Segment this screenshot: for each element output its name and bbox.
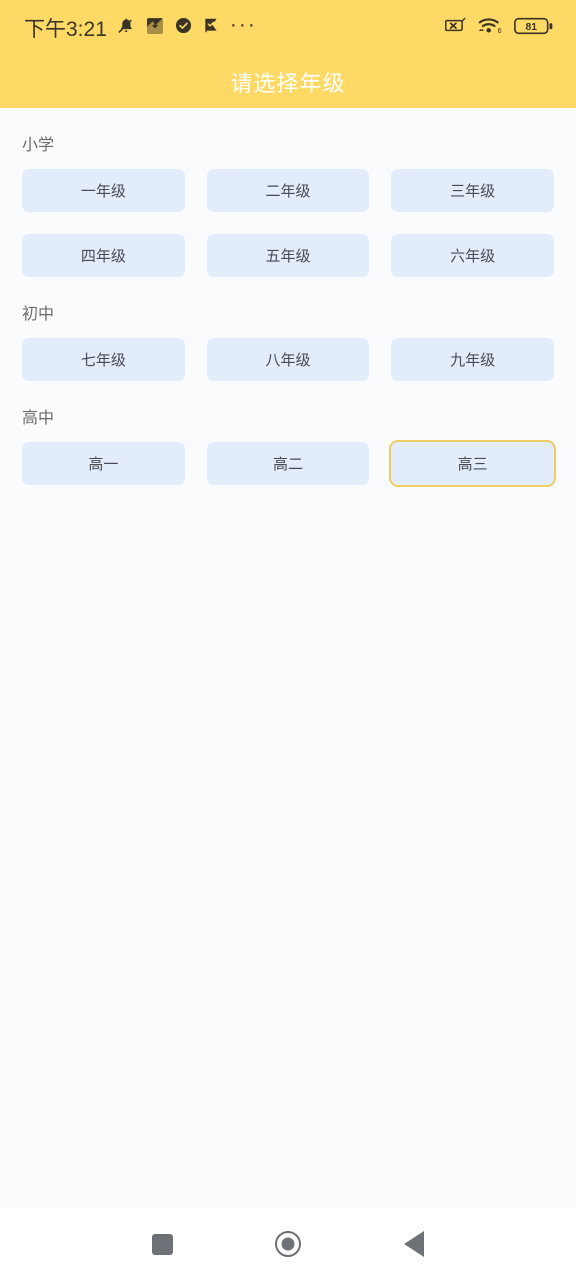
grade-grid-senior: 高一 高二 高三	[22, 442, 554, 485]
check-circle-icon	[174, 16, 193, 40]
grade-button-4[interactable]: 四年级	[22, 234, 185, 277]
title-bar: 请选择年级	[0, 56, 576, 108]
bell-mute-icon	[116, 16, 136, 41]
wifi-6-icon: 6	[478, 15, 503, 41]
grade-button-5[interactable]: 五年级	[206, 234, 370, 277]
grade-button-senior-1[interactable]: 高一	[22, 442, 185, 485]
battery-level-text: 81	[525, 22, 537, 33]
grade-grid-junior: 七年级 八年级 九年级	[22, 338, 554, 381]
section-label-junior: 初中	[22, 306, 55, 323]
svg-text:6: 6	[498, 27, 502, 35]
back-triangle-icon	[404, 1231, 424, 1257]
grade-button-senior-3[interactable]: 高三	[391, 442, 554, 485]
status-bar-clock: 下午3:21	[24, 18, 107, 41]
no-sim-icon	[444, 14, 467, 42]
nav-recents-button[interactable]	[99, 1208, 225, 1280]
nav-home-button[interactable]	[225, 1208, 351, 1280]
status-bar-right: 6 81	[444, 14, 554, 42]
grade-button-3[interactable]: 三年级	[391, 169, 554, 212]
app-download-icon	[145, 16, 165, 41]
status-bar: 下午3:21 ··· 6 81	[0, 0, 576, 56]
grade-button-7[interactable]: 七年级	[22, 338, 185, 381]
grade-selection-content: 小学 一年级 二年级 三年级 四年级 五年级 六年级 初中 七年级 八年级 九年…	[0, 108, 576, 1208]
nav-back-button[interactable]	[351, 1208, 477, 1280]
status-bar-overflow-dots: ···	[229, 13, 257, 36]
battery-icon: 81	[514, 15, 554, 42]
grade-grid-primary: 一年级 二年级 三年级 四年级 五年级 六年级	[22, 169, 554, 277]
grade-button-2[interactable]: 二年级	[206, 169, 370, 212]
page-title: 请选择年级	[230, 71, 346, 96]
home-circle-icon	[275, 1231, 301, 1257]
section-label-senior: 高中	[22, 410, 55, 427]
android-nav-bar	[0, 1208, 576, 1280]
status-bar-left: 下午3:21 ···	[24, 13, 257, 43]
grade-button-6[interactable]: 六年级	[391, 234, 554, 277]
recents-square-icon	[151, 1233, 173, 1255]
flag-check-icon	[202, 16, 221, 40]
grade-button-8[interactable]: 八年级	[206, 338, 370, 381]
grade-button-9[interactable]: 九年级	[391, 338, 554, 381]
section-label-primary: 小学	[22, 137, 55, 154]
grade-button-senior-2[interactable]: 高二	[206, 442, 370, 485]
phone-screen: 下午3:21 ··· 6 81 请选择年级 小学 一年级 二年级 三年级 四年级…	[0, 0, 576, 1280]
grade-button-1[interactable]: 一年级	[22, 169, 185, 212]
